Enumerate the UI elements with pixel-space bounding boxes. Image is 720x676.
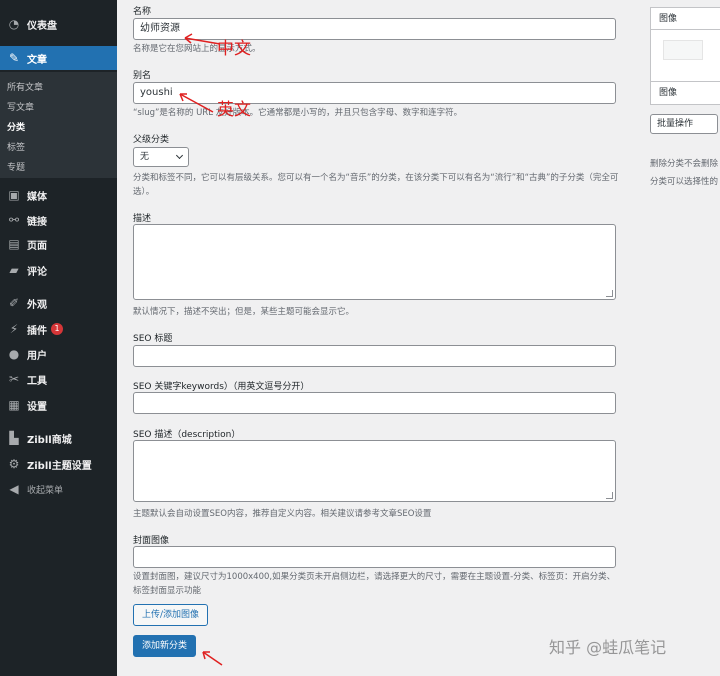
menu-zibll-theme-label: Zibll主题设置 [27,460,92,472]
submenu-tags[interactable]: 标签 [7,140,25,153]
cover-image-help: 设置封面图，建议尺寸为1000x400,如果分类页未开启侧边栏，请选择更大的尺寸… [133,572,616,596]
menu-posts-label: 文章 [27,54,47,66]
wrench-icon: ✂ [8,372,20,386]
menu-appearance-label: 外观 [27,299,47,311]
slug-input[interactable]: youshi [133,82,616,104]
menu-posts[interactable]: ✎ 文章 [0,46,117,70]
menu-users-label: 用户 [27,350,47,362]
menu-links[interactable]: ⚯ 链接 [0,208,117,232]
menu-plugins-label: 插件 [27,325,47,337]
menu-pages-label: 页面 [27,240,47,252]
menu-comments-label: 评论 [27,266,47,278]
upload-image-button[interactable]: 上传/添加图像 [133,604,209,626]
pin-icon: ✎ [8,51,20,65]
column-footer-image[interactable]: 图像 [651,81,720,103]
seo-description-help: 主题默认会自动设置SEO内容，推荐自定义内容。相关建议请参考文章SEO设置 [133,509,432,519]
annotation-chinese: 中文 [217,39,251,59]
dashboard-icon: ◔ [8,17,20,31]
cover-image-label: 封面图像 [133,536,170,546]
seo-description-textarea[interactable] [133,440,616,502]
category-thumbnail [663,40,703,60]
media-icon: ▣ [8,188,20,202]
menu-zibll-shop-label: Zibll商城 [27,434,72,446]
bulk-action-label: 批量操作 [657,119,694,129]
zhihu-watermark: 知乎 @蛙瓜笔记 [549,638,667,657]
plug-icon: ⚡ [9,322,19,336]
menu-collapse[interactable]: ◀ 收起菜单 [0,477,117,501]
name-help: 名称是它在您网站上的显示方式。 [133,44,261,54]
seo-description-label: SEO 描述（description） [133,430,241,440]
menu-tools[interactable]: ✂ 工具 [0,367,117,391]
link-icon: ⚯ [8,213,20,227]
seo-keywords-input[interactable] [133,392,616,414]
menu-comments[interactable]: ▰ 评论 [0,258,117,282]
menu-links-label: 链接 [27,216,47,228]
category-list-panel: 图像 图像 批量操作 删除分类不会删除 分类可以选择性的 [645,0,720,676]
name-input[interactable]: 幼师资源 [133,18,616,40]
menu-collapse-label: 收起菜单 [27,485,64,496]
shop-icon: ▙ [9,431,19,445]
user-icon: ● [8,347,20,361]
menu-tools-label: 工具 [27,375,47,387]
posts-submenu: 所有文章 写文章 分类 标签 专题 [0,72,117,178]
slug-help: “slug”是名称的 URL 友好版本。它通常都是小写的，并且只包含字母、数字和… [133,108,463,118]
settings-icon: ▦ [8,398,20,412]
menu-zibll-theme[interactable]: ⚙ Zibll主题设置 [0,452,117,476]
submenu-categories[interactable]: 分类 [7,120,25,133]
parent-select[interactable]: 无 [133,147,189,167]
menu-plugins[interactable]: ⚡ 插件 1 [0,317,117,341]
parent-label: 父级分类 [133,135,170,145]
menu-dashboard[interactable]: ◔ 仪表盘 [0,12,117,36]
page-icon: ▤ [8,237,20,251]
seo-title-label: SEO 标题 [133,334,173,344]
column-header-image[interactable]: 图像 [651,8,720,30]
seo-title-input[interactable] [133,345,616,367]
menu-settings-label: 设置 [27,401,47,413]
menu-users[interactable]: ● 用户 [0,342,117,366]
menu-media[interactable]: ▣ 媒体 [0,183,117,207]
submenu-new-post[interactable]: 写文章 [7,100,34,113]
submenu-all-posts[interactable]: 所有文章 [7,80,43,93]
annotation-english: 英文 [217,100,251,120]
submenu-topics[interactable]: 专题 [7,160,25,173]
admin-sidebar: ◔ 仪表盘 ✎ 文章 所有文章 写文章 分类 标签 专题 ▣ 媒体 ⚯ 链接 ▤… [0,0,117,676]
menu-dashboard-label: 仪表盘 [27,20,57,32]
description-textarea[interactable] [133,224,616,300]
comment-icon: ▰ [9,263,19,277]
seo-keywords-label: SEO 关键字keywords）（用英文逗号分开） [133,382,310,392]
collapse-icon: ◀ [9,482,19,496]
bulk-action-select[interactable]: 批量操作 [650,114,718,134]
menu-zibll-shop[interactable]: ▙ Zibll商城 [0,426,117,450]
brush-icon: ✐ [8,296,20,310]
parent-select-value: 无 [140,152,150,162]
gear-icon: ⚙ [8,457,20,471]
menu-media-label: 媒体 [27,191,47,203]
parent-help: 分类和标签不同，它可以有层级关系。您可以有一个名为“音乐”的分类，在该分类下可以… [133,173,619,197]
menu-pages[interactable]: ▤ 页面 [0,232,117,256]
chevron-down-icon [175,151,184,160]
slug-label: 别名 [133,71,152,81]
delete-note-line1: 删除分类不会删除 [650,159,719,169]
delete-note-line2: 分类可以选择性的 [650,177,719,187]
menu-settings[interactable]: ▦ 设置 [0,393,117,417]
add-category-button[interactable]: 添加新分类 [133,635,197,657]
add-category-form: 名称 幼师资源 名称是它在您网站上的显示方式。 别名 youshi “slug”… [117,0,645,676]
cover-image-input[interactable] [133,546,616,568]
category-table: 图像 图像 [650,7,720,105]
description-help: 默认情况下，描述不突出；但是，某些主题可能会显示它。 [133,307,355,317]
name-label: 名称 [133,7,152,17]
arrow-to-submit [202,651,223,666]
description-label: 描述 [133,214,152,224]
plugins-update-badge: 1 [51,323,63,335]
menu-appearance[interactable]: ✐ 外观 [0,291,117,315]
